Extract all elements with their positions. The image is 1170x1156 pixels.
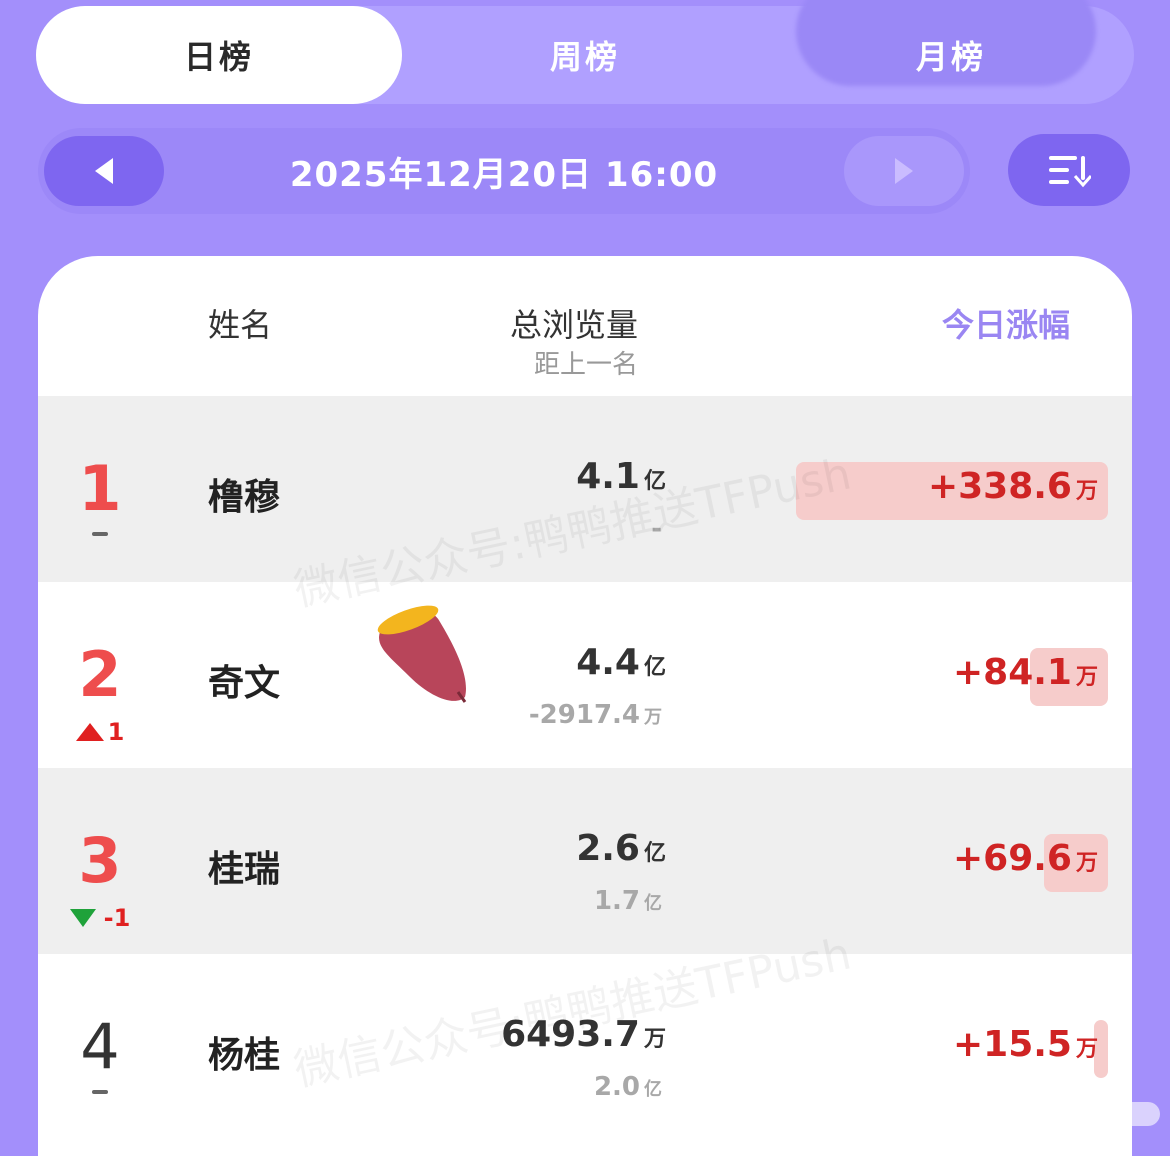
total-views: 4.1 亿 [576,456,666,497]
tab-monthly[interactable]: 月榜 [768,6,1134,104]
rank-number: 2 [78,638,122,711]
today-gain: +84.1 万 [952,652,1098,693]
total-views: 6493.7 万 [501,1014,666,1055]
arrow-left-icon [95,158,113,184]
rank-change [38,1090,162,1094]
rank-number: 1 [78,452,122,525]
sort-icon [1049,156,1091,188]
rank-number: 4 [80,1010,120,1083]
person-name: 奇文 [208,663,281,704]
table-row[interactable]: 1 橹穆 4.1 亿 - +338.6 万 [38,396,1132,582]
header-gap: 距上一名 [533,350,638,380]
gap-to-previous: - [651,514,662,544]
table-row[interactable]: 2 1 奇文 4.4 亿 -2917.4 万 +84.1 万 [38,582,1132,768]
rank-down-icon [69,909,96,927]
ranking-tabs: 日榜 周榜 月榜 [36,0,1134,104]
today-gain: +15.5 万 [952,1024,1098,1065]
sort-button[interactable] [1008,134,1130,206]
person-name: 桂瑞 [208,849,281,890]
today-gain: +69.6 万 [952,838,1098,879]
tab-weekly[interactable]: 周榜 [402,6,768,104]
gap-to-previous: 1.7 亿 [593,886,662,916]
table-row[interactable]: 3 -1 桂瑞 2.6 亿 1.7 亿 +69.6 万 [38,768,1132,954]
ranking-card: 姓名 总浏览量 距上一名 今日涨幅 1 橹穆 4.1 亿 - +338.6 万 2 … [38,256,1132,1156]
table-header: 姓名 总浏览量 距上一名 今日涨幅 [38,256,1132,396]
total-views: 4.4 亿 [576,642,666,683]
rank-number: 3 [78,824,122,897]
date-navigator: 2025年12月20日 16:00 [38,128,970,214]
prev-date-button[interactable] [44,136,164,206]
person-name: 杨桂 [208,1035,281,1076]
next-date-button[interactable] [844,136,964,206]
date-label: 2025年12月20日 16:00 [289,154,719,195]
today-gain: +338.6 万 [927,466,1098,507]
rank-change: -1 [38,904,162,932]
no-change-icon [92,532,108,536]
header-views: 总浏览量 [509,306,638,344]
scrollbar[interactable] [888,1102,1160,1126]
gap-to-previous: 2.0 亿 [593,1072,662,1102]
header-gain-sort[interactable]: 今日涨幅 [942,300,1070,346]
gap-to-previous: -2917.4 万 [528,700,662,730]
no-change-icon [92,1090,108,1094]
rank-change [38,532,162,536]
header-name: 姓名 [208,306,273,344]
rank-change: 1 [38,718,162,746]
rank-up-icon [75,723,104,741]
person-name: 橹穆 [208,477,281,518]
total-views: 2.6 亿 [576,828,666,869]
tab-daily[interactable]: 日榜 [36,6,402,104]
arrow-right-icon [895,158,913,184]
sweet-potato-icon [377,605,467,703]
